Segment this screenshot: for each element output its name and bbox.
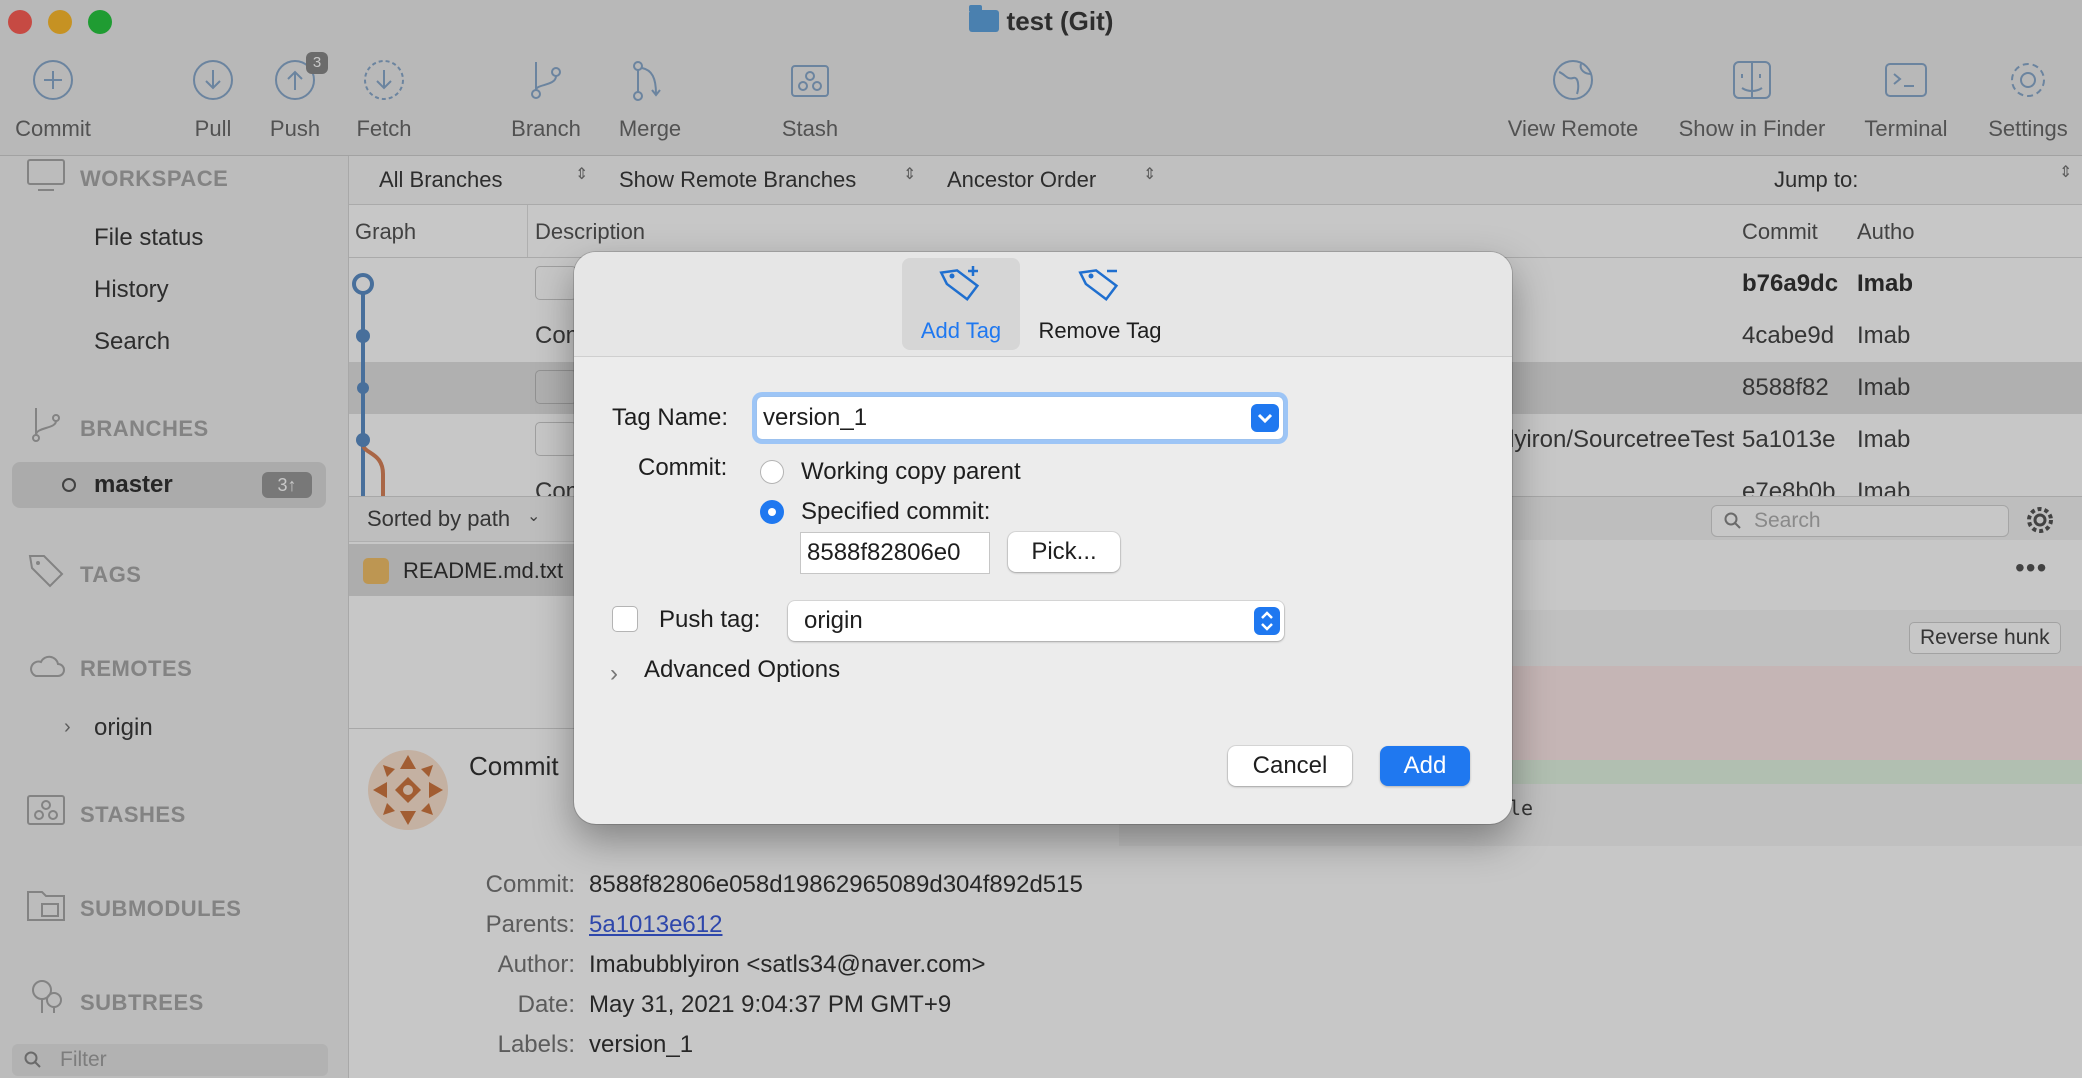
commit-hash-input[interactable]: 8588f82806e0 xyxy=(807,539,961,567)
push-tag-checkbox[interactable] xyxy=(612,606,638,632)
add-tag-icon xyxy=(939,266,980,302)
remove-tag-icon xyxy=(1078,269,1119,302)
commit-hash-field[interactable]: 8588f82806e0 xyxy=(800,532,990,574)
remote-select-stepper xyxy=(1254,607,1280,635)
push-tag-label[interactable]: Push tag: xyxy=(659,606,760,634)
remote-select[interactable]: origin xyxy=(788,601,1284,641)
commit-label: Commit: xyxy=(638,454,728,481)
advanced-options-disclosure[interactable]: Advanced Options xyxy=(644,656,840,684)
tag-name-combobox[interactable]: version_1 xyxy=(756,396,1284,440)
remove-tag-tab[interactable]: Remove Tag xyxy=(1030,258,1170,350)
working-copy-parent-radio[interactable] xyxy=(760,460,784,484)
add-button[interactable]: Add xyxy=(1380,746,1470,786)
add-tag-dialog: Add Tag Remove Tag Tag Name: version_1 C… xyxy=(574,252,1512,824)
add-tag-tab[interactable]: Add Tag xyxy=(902,258,1020,350)
chevron-down-icon xyxy=(1257,413,1273,424)
remove-tag-tab-label: Remove Tag xyxy=(1038,318,1162,343)
add-tag-tab-label: Add Tag xyxy=(920,318,1002,343)
specified-commit-radio[interactable] xyxy=(760,500,784,524)
cancel-button[interactable]: Cancel xyxy=(1228,746,1352,786)
dialog-tab-bar: Add Tag Remove Tag xyxy=(574,252,1512,357)
disclosure-chevron-icon[interactable]: › xyxy=(610,660,618,688)
specified-commit-label[interactable]: Specified commit: xyxy=(801,498,990,526)
working-copy-parent-label[interactable]: Working copy parent xyxy=(801,458,1021,486)
up-down-arrows-icon xyxy=(1261,611,1273,631)
pick-commit-button[interactable]: Pick... xyxy=(1008,532,1120,572)
tag-name-input[interactable]: version_1 xyxy=(763,404,867,432)
tag-name-dropdown-button[interactable] xyxy=(1251,404,1279,432)
remote-select-value: origin xyxy=(804,607,863,634)
tag-name-label: Tag Name: xyxy=(612,404,729,431)
